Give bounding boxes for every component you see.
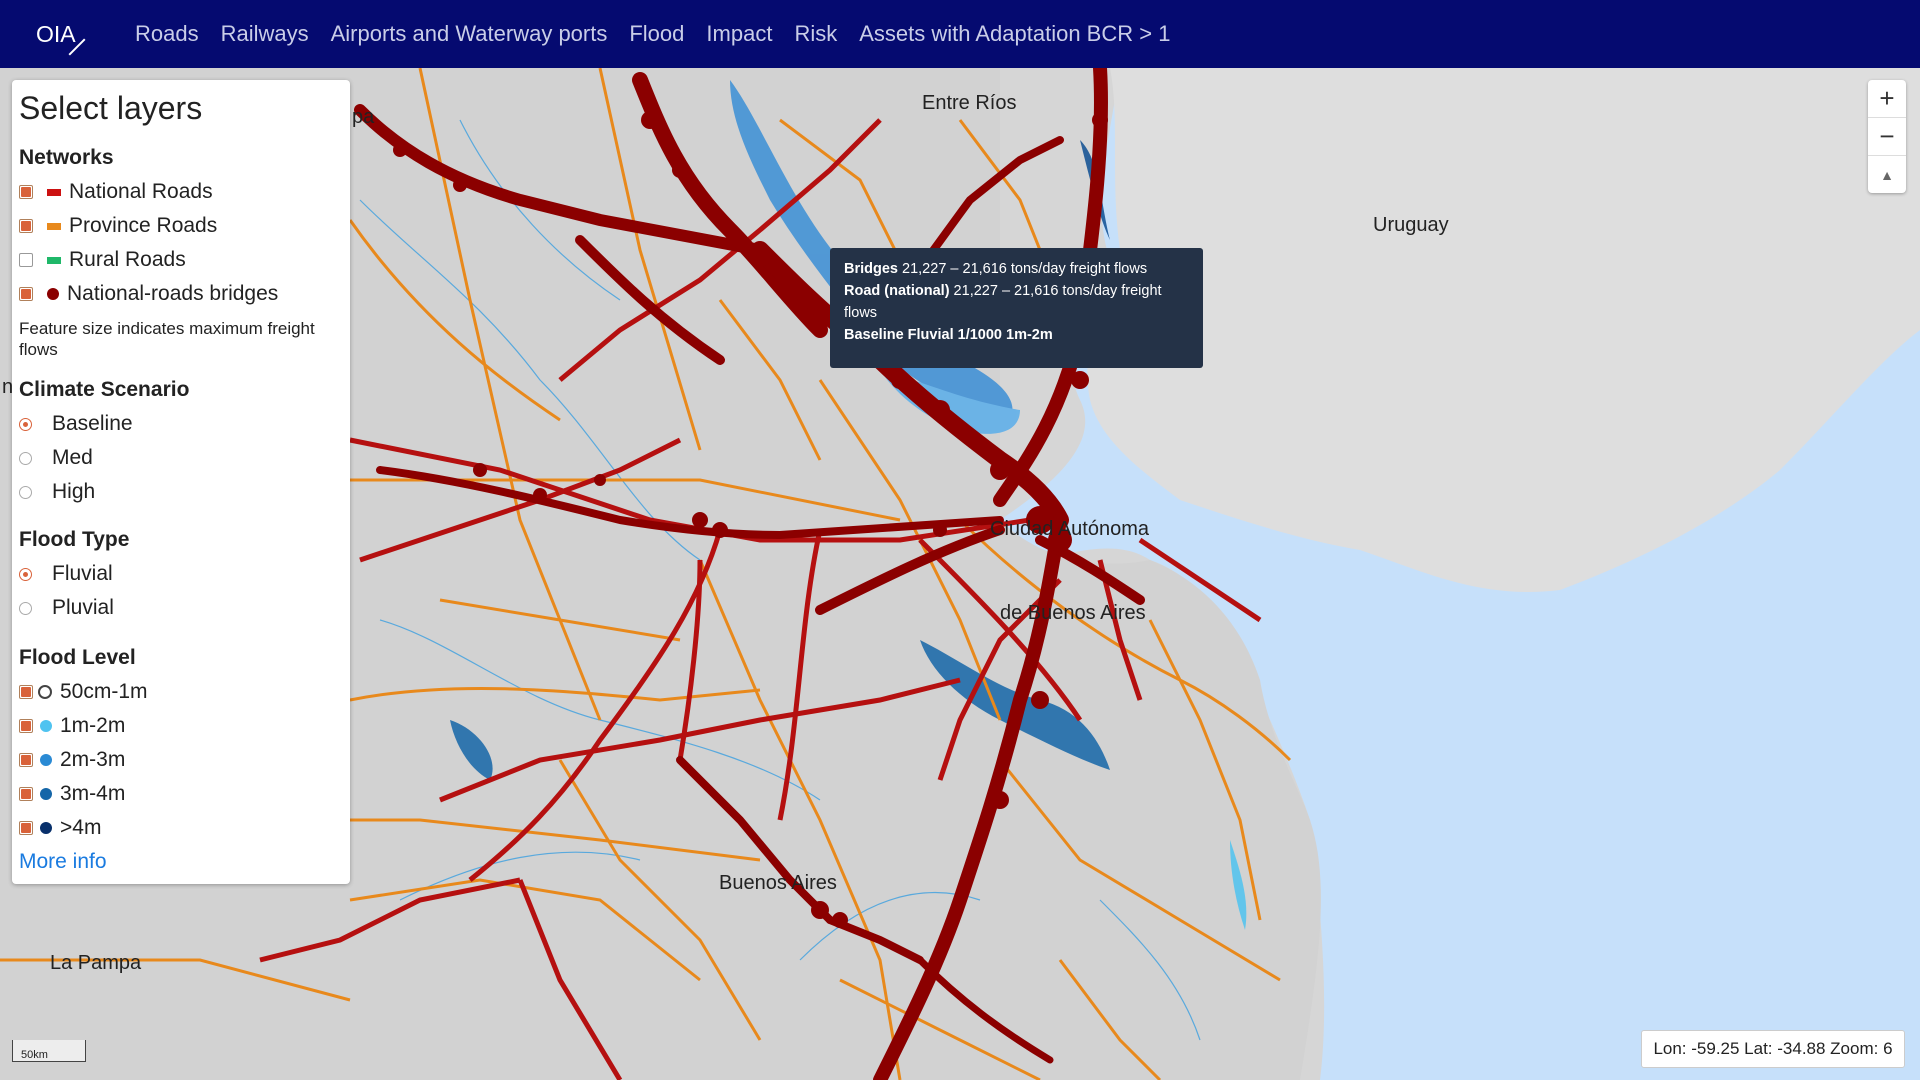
label-uruguay: Uruguay [1373,214,1449,236]
feature-tooltip: Bridges 21,227 – 21,616 tons/day freight… [830,248,1203,368]
bridges-label: National-roads bridges [67,282,279,305]
national-roads-checkbox[interactable] [19,185,33,199]
zoom-in-button[interactable]: + [1868,80,1906,118]
pluvial-radio[interactable] [19,601,32,615]
tooltip-bridges-value: 21,227 – 21,616 tons/day freight flows [898,261,1148,277]
label-ciudad-autonoma: Ciudad Autónoma [990,518,1150,540]
feature-size-note: Feature size indicates maximum freight f… [19,319,315,359]
level-1m-swatch [40,720,52,732]
flood-level-3m-4m[interactable]: 3m-4m [19,782,125,806]
tooltip-scenario: Baseline Fluvial 1/1000 1m-2m [844,327,1053,343]
climate-med[interactable]: Med [19,446,93,470]
scale-label: 50km [21,1049,48,1061]
layer-bridges[interactable]: National-roads bridges [19,282,278,306]
med-label: Med [52,446,93,469]
layer-panel: Select layers Networks National Roads Pr… [12,80,350,884]
level-50cm-swatch [38,685,52,699]
layer-national-roads[interactable]: National Roads [19,180,213,204]
label-de-buenos-aires: de Buenos Aires [1000,602,1146,624]
compass-icon: ▲ [1880,166,1894,183]
label-entre-rios: Entre Ríos [922,92,1017,114]
scale-bar: 50km [12,1040,86,1062]
label-fragment-top: pa [352,106,375,128]
networks-heading: Networks [19,146,114,169]
flood-type-pluvial[interactable]: Pluvial [19,596,114,620]
med-radio[interactable] [19,451,32,465]
flood-type-heading: Flood Type [19,528,130,551]
climate-heading: Climate Scenario [19,378,190,401]
zoom-out-button[interactable]: − [1868,118,1906,156]
label-buenos-aires: Buenos Aires [719,872,837,894]
tooltip-line-road: Road (national) 21,227 – 21,616 tons/day… [844,280,1189,324]
high-radio[interactable] [19,485,32,499]
level-1m-label: 1m-2m [60,714,126,737]
fluvial-radio[interactable] [19,567,32,581]
nav-adaptation-bcr[interactable]: Assets with Adaptation BCR > 1 [859,21,1170,47]
zoom-controls: + − ▲ [1868,80,1906,193]
level-50cm-label: 50cm-1m [60,680,148,703]
top-navbar: OIA Roads Railways Airports and Waterway… [0,0,1920,68]
national-roads-label: National Roads [69,180,213,203]
province-roads-label: Province Roads [69,214,218,237]
flood-level-over-4m[interactable]: >4m [19,816,101,840]
nav-impact[interactable]: Impact [706,21,772,47]
level-4m-checkbox[interactable] [19,821,33,835]
level-4m-swatch [40,822,52,834]
more-info-link[interactable]: More info [19,850,107,874]
tooltip-line-scenario: Baseline Fluvial 1/1000 1m-2m [844,324,1189,346]
rural-roads-swatch [47,256,61,264]
pluvial-label: Pluvial [52,596,114,619]
tooltip-road-label: Road (national) [844,283,950,299]
level-3m-swatch [40,788,52,800]
nav-roads[interactable]: Roads [135,21,199,47]
level-4m-label: >4m [60,816,102,839]
panel-title: Select layers [19,90,203,126]
level-50cm-checkbox[interactable] [19,685,33,699]
level-2m-label: 2m-3m [60,748,126,771]
province-roads-checkbox[interactable] [19,219,33,233]
rural-roads-checkbox[interactable] [19,253,33,267]
level-3m-label: 3m-4m [60,782,126,805]
level-2m-swatch [40,754,52,766]
flood-level-2m-3m[interactable]: 2m-3m [19,748,125,772]
tooltip-line-bridges: Bridges 21,227 – 21,616 tons/day freight… [844,258,1189,280]
bridges-checkbox[interactable] [19,287,33,301]
flood-level-1m-2m[interactable]: 1m-2m [19,714,125,738]
level-1m-checkbox[interactable] [19,719,33,733]
nav-railways[interactable]: Railways [221,21,309,47]
nav-airports-ports[interactable]: Airports and Waterway ports [331,21,608,47]
climate-baseline[interactable]: Baseline [19,412,133,436]
brand-text: OIA [36,20,76,47]
bridges-swatch [47,288,59,300]
coordinates-readout: Lon: -59.25 Lat: -34.88 Zoom: 6 [1641,1030,1905,1068]
flood-level-50cm-1m[interactable]: 50cm-1m [19,680,148,704]
tooltip-bridges-label: Bridges [844,261,898,277]
baseline-label: Baseline [52,412,133,435]
level-3m-checkbox[interactable] [19,787,33,801]
rural-roads-label: Rural Roads [69,248,186,271]
nav-flood[interactable]: Flood [629,21,684,47]
baseline-radio[interactable] [19,417,32,431]
province-roads-swatch [47,222,61,230]
flood-level-heading: Flood Level [19,646,136,669]
fluvial-label: Fluvial [52,562,113,585]
label-la-pampa: La Pampa [50,952,142,974]
nav-risk[interactable]: Risk [794,21,837,47]
national-roads-swatch [47,188,61,196]
high-label: High [52,480,96,503]
brand-logo[interactable]: OIA [36,0,106,68]
flood-type-fluvial[interactable]: Fluvial [19,562,113,586]
reset-north-button[interactable]: ▲ [1868,156,1906,193]
layer-province-roads[interactable]: Province Roads [19,214,217,238]
climate-high[interactable]: High [19,480,95,504]
coordinates-text: Lon: -59.25 Lat: -34.88 Zoom: 6 [1653,1039,1893,1058]
level-2m-checkbox[interactable] [19,753,33,767]
layer-rural-roads[interactable]: Rural Roads [19,248,186,272]
